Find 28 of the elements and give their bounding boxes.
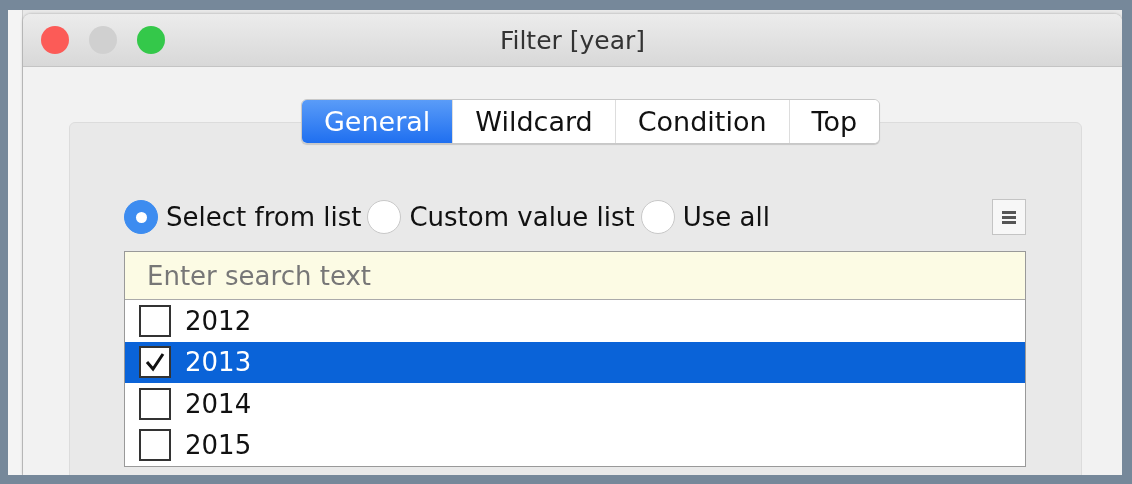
item-label: 2012 (185, 305, 252, 336)
zoom-button[interactable] (137, 26, 165, 54)
tab[interactable]: Condition (614, 100, 789, 143)
menu-icon[interactable] (992, 199, 1026, 235)
list-item[interactable]: 2015 (125, 424, 1025, 466)
checkbox[interactable] (139, 387, 171, 420)
tab[interactable]: Top (788, 100, 880, 143)
checkbox[interactable] (139, 304, 171, 337)
radio-button[interactable] (367, 200, 402, 234)
tab[interactable]: General (301, 100, 453, 143)
tab[interactable]: Wildcard (452, 100, 615, 143)
radio-button[interactable] (640, 200, 675, 234)
item-label: 2015 (185, 430, 252, 461)
list-item[interactable]: 2013 (125, 341, 1025, 383)
item-label: 2014 (185, 388, 252, 419)
radio-label[interactable]: Custom value list (409, 202, 635, 232)
item-label: 2013 (185, 347, 252, 378)
list-item[interactable]: 2014 (125, 383, 1025, 425)
close-button[interactable] (41, 26, 69, 54)
window-title: Filter [year] (499, 25, 646, 55)
list-item[interactable]: 2012 (125, 300, 1025, 342)
checkbox[interactable] (139, 346, 171, 379)
checkbox[interactable] (139, 429, 171, 462)
check-icon (144, 351, 166, 374)
radio-label[interactable]: Select from list (166, 202, 362, 232)
radio-button[interactable] (124, 200, 158, 234)
search-field[interactable]: Enter search text (125, 252, 1025, 300)
radio-label[interactable]: Use all (682, 202, 770, 232)
